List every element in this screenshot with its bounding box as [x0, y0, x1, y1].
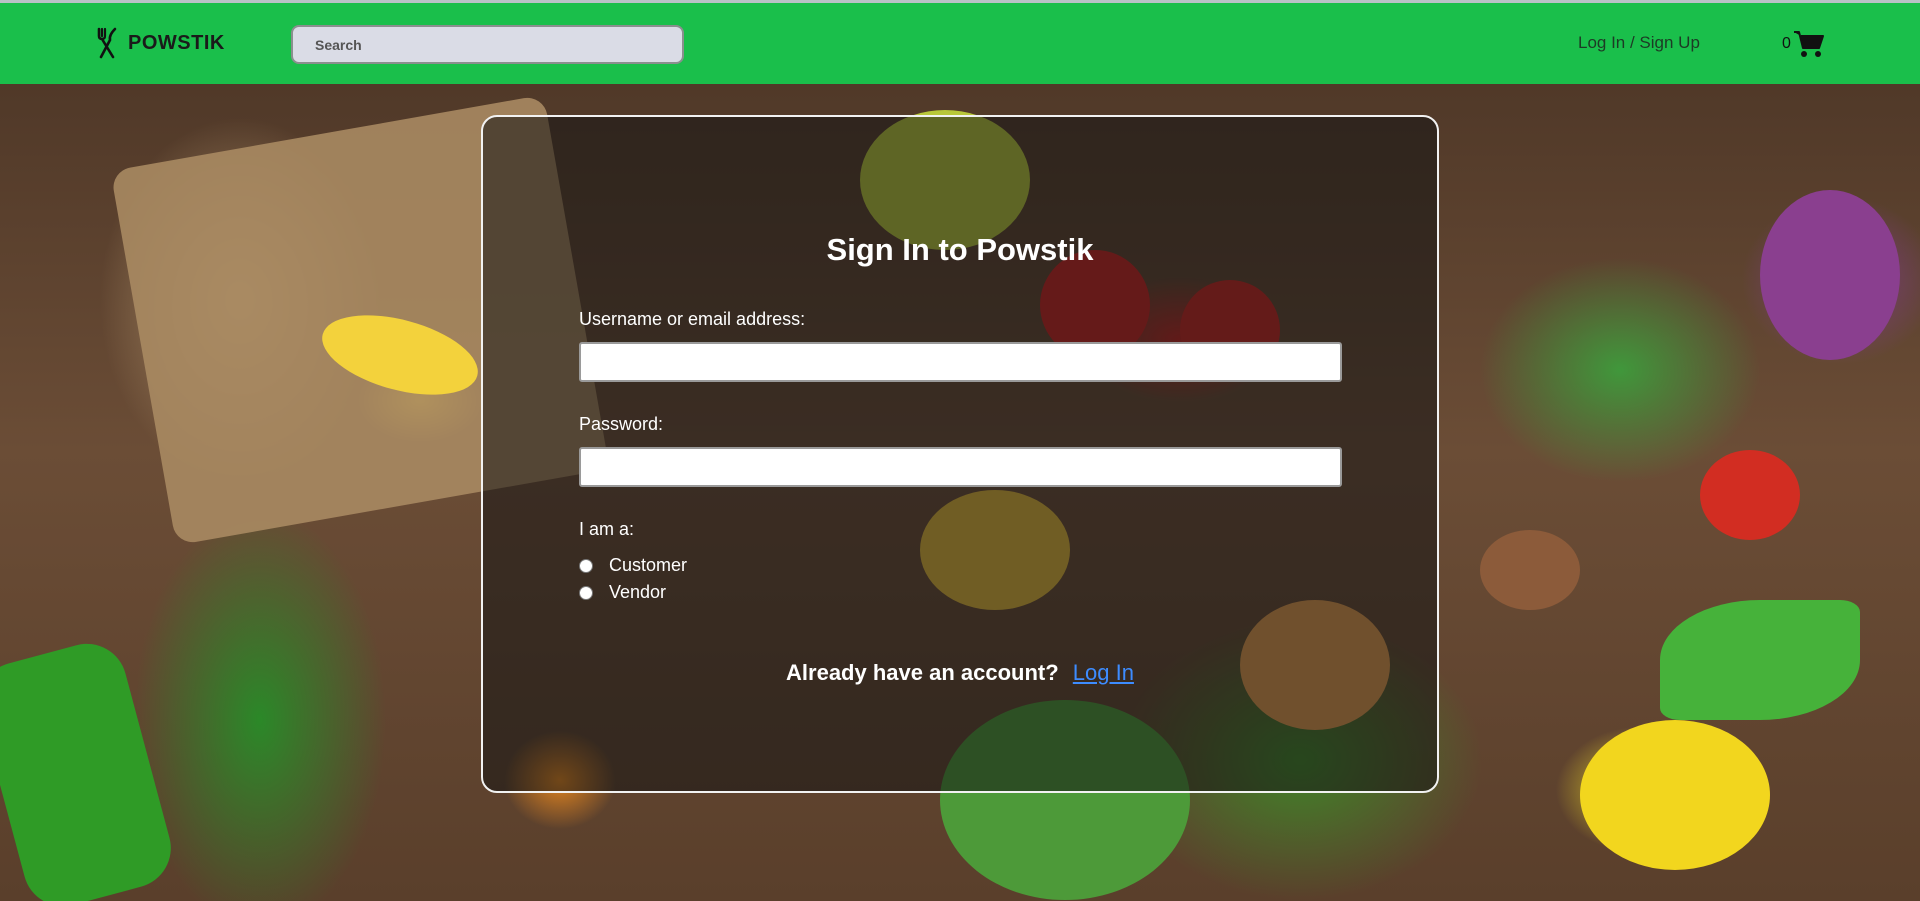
- vendor-radio[interactable]: [579, 585, 593, 600]
- vendor-radio-label: Vendor: [609, 582, 667, 602]
- username-label: Username or email address:: [579, 309, 806, 329]
- account-prompt-text: Already have an account?: [786, 660, 1059, 685]
- shopping-cart-icon: [1793, 31, 1824, 57]
- username-field[interactable]: [579, 342, 1342, 382]
- role-label: I am a:: [579, 519, 635, 539]
- role-option-vendor[interactable]: Vendor: [579, 582, 666, 603]
- page-title: Sign In to Powstik: [826, 232, 1094, 267]
- brand-logo[interactable]: POWSTIK: [96, 27, 225, 59]
- search-input[interactable]: [291, 25, 684, 64]
- cart-button[interactable]: 0: [1782, 29, 1825, 59]
- cart-count: 0: [1782, 35, 1791, 52]
- password-field[interactable]: [579, 447, 1342, 487]
- login-link[interactable]: Log In: [1073, 660, 1134, 685]
- fork-knife-icon: [97, 27, 117, 59]
- navbar: POWSTIK Log In / Sign Up 0: [0, 0, 1920, 84]
- customer-radio-label: Customer: [609, 555, 688, 575]
- login-signup-link[interactable]: Log In / Sign Up: [1578, 33, 1700, 53]
- account-prompt-row: Already have an account? Log In: [483, 660, 1437, 686]
- password-label: Password:: [579, 414, 664, 434]
- role-option-customer[interactable]: Customer: [579, 555, 687, 576]
- brand-name: POWSTIK: [128, 31, 225, 54]
- signin-panel: Sign In to Powstik Username or email add…: [481, 115, 1439, 793]
- customer-radio[interactable]: [579, 558, 593, 573]
